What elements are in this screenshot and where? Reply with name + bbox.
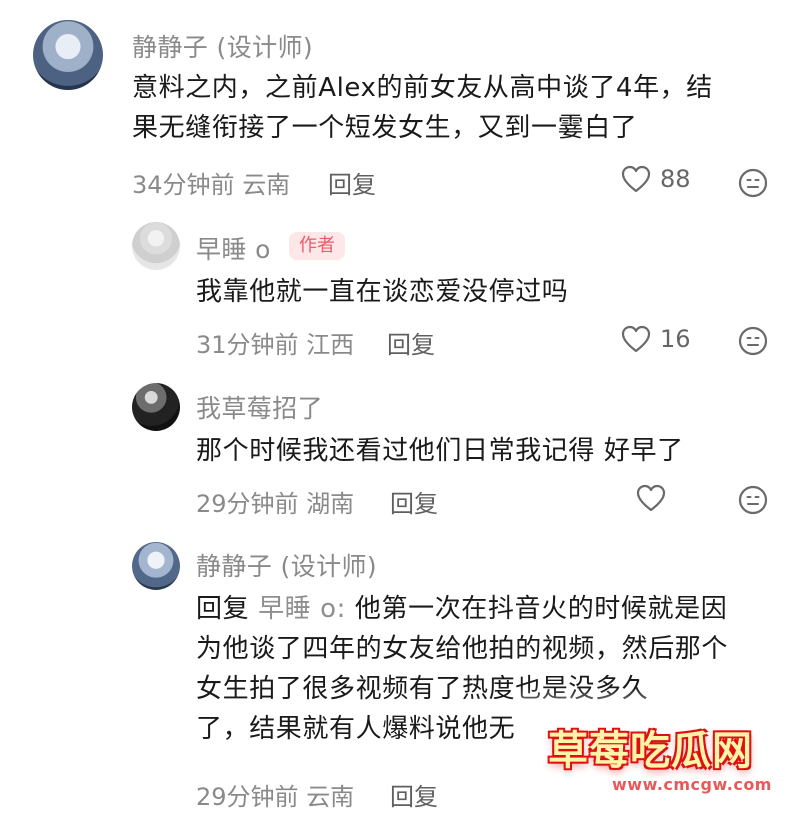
- avatar[interactable]: [132, 383, 180, 431]
- watermark-url: www.cmcgw.com: [612, 775, 772, 794]
- neutral-face-icon[interactable]: [737, 325, 769, 357]
- comment-text: 意料之内，之前Alex的前女友从高中谈了4年，结 果无缝衔接了一个短发女生，又到…: [132, 68, 772, 148]
- heart-outline-icon: [621, 325, 651, 353]
- heart-outline-icon: [621, 165, 651, 193]
- comment-location: 湖南: [306, 490, 355, 518]
- like-button[interactable]: 16: [620, 323, 691, 355]
- comment-location: 云南: [242, 171, 291, 199]
- mention[interactable]: 早睡 o:: [258, 594, 346, 624]
- reply-button[interactable]: 回复: [328, 165, 376, 200]
- like-button[interactable]: [635, 482, 675, 514]
- comment-meta: 29分钟前 湖南: [196, 484, 354, 519]
- comment-text-line-2: 果无缝衔接了一个短发女生，又到一霎白了: [132, 113, 638, 143]
- avatar[interactable]: [132, 542, 180, 590]
- like-count: 16: [660, 325, 691, 353]
- comment-time: 29分钟前: [196, 490, 299, 518]
- comment-text: 那个时候我还看过他们日常我记得 好早了: [196, 436, 684, 466]
- author-badge: 作者: [289, 232, 345, 260]
- neutral-face-icon[interactable]: [737, 484, 769, 516]
- username[interactable]: 静静子 (设计师): [132, 28, 313, 64]
- reply-prefix: 回复: [196, 594, 250, 624]
- comment-meta: 29分钟前 云南: [196, 777, 354, 812]
- comment-location: 江西: [306, 331, 355, 359]
- username[interactable]: 静静子 (设计师): [196, 547, 377, 583]
- reply-button[interactable]: 回复: [390, 484, 438, 519]
- heart-outline-icon: [636, 484, 666, 512]
- comment-meta: 34分钟前 云南: [132, 165, 290, 200]
- comment-text-line-1: 回复 早睡 o: 他第一次在抖音火的时候就是因: [196, 589, 776, 629]
- comment-text-line-2: 为他谈了四年的女友给他拍的视频，然后那个: [196, 634, 729, 664]
- like-count: 88: [660, 165, 691, 193]
- username[interactable]: 早睡 o: [196, 230, 271, 266]
- reply-button[interactable]: 回复: [387, 325, 435, 360]
- comment-text-segment: 他第一次在抖音火的时候就是因: [354, 594, 728, 624]
- comment-meta: 31分钟前 江西: [196, 325, 354, 360]
- comment-text: 我靠他就一直在谈恋爱没停过吗: [196, 277, 569, 307]
- watermark-title: 草莓吃瓜网: [548, 728, 753, 774]
- like-button[interactable]: 88: [620, 163, 691, 195]
- comment-time: 34分钟前: [132, 171, 235, 199]
- avatar[interactable]: [132, 222, 180, 270]
- comment-time: 29分钟前: [196, 783, 299, 811]
- comment-text-line-1: 意料之内，之前Alex的前女友从高中谈了4年，结: [132, 73, 713, 103]
- comment-location: 云南: [306, 783, 355, 811]
- comment-time: 31分钟前: [196, 331, 299, 359]
- reply-button[interactable]: 回复: [390, 777, 438, 812]
- username[interactable]: 我草莓招了: [196, 389, 323, 425]
- avatar[interactable]: [33, 20, 103, 90]
- neutral-face-icon[interactable]: [737, 167, 769, 199]
